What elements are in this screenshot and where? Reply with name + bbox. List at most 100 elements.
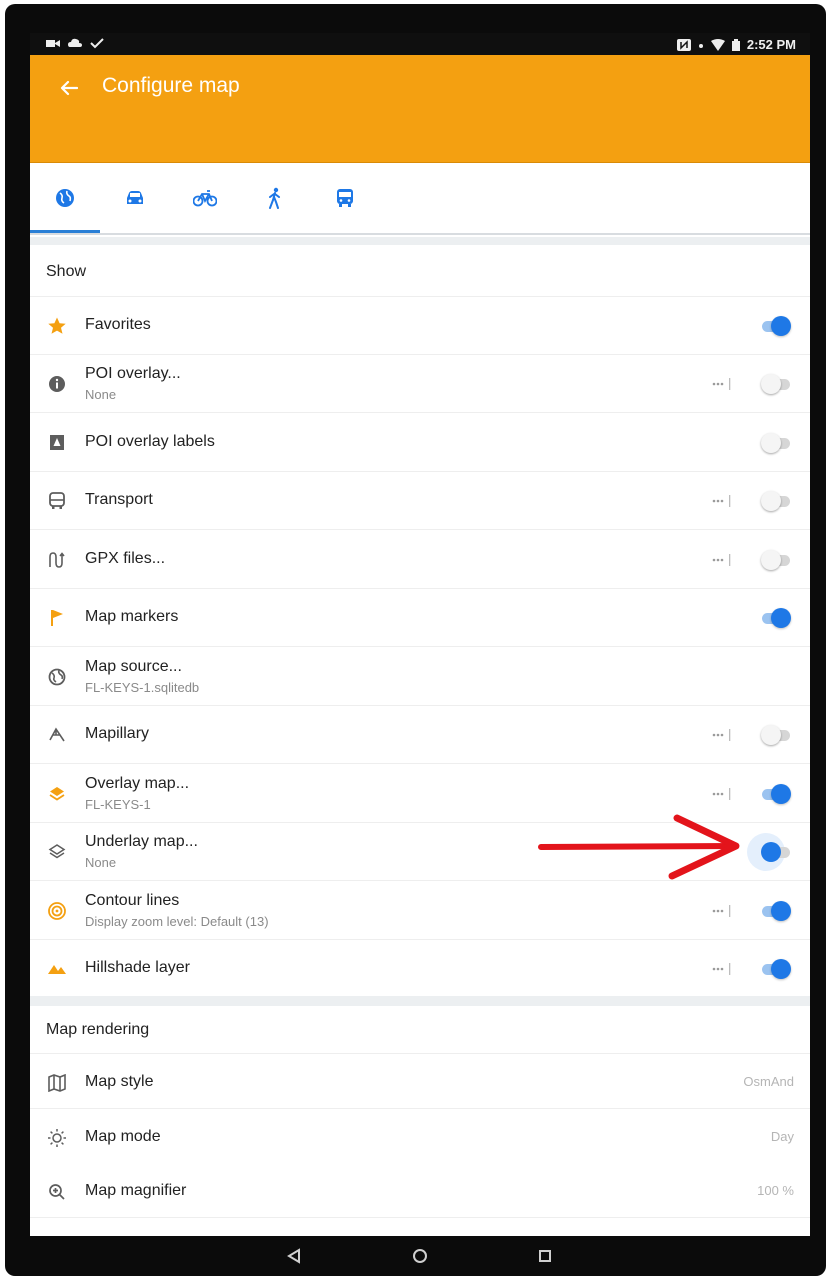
info-icon: [46, 373, 68, 395]
show-item-row[interactable]: POI overlay labels: [30, 414, 810, 472]
item-label: GPX files...: [85, 550, 166, 567]
nav-home-button[interactable]: [410, 1246, 430, 1266]
show-item-row[interactable]: POI overlay... None: [30, 355, 810, 413]
rendering-item-row[interactable]: Map style OsmAnd: [30, 1054, 810, 1109]
toggle-knob: [761, 550, 781, 570]
globe-icon: [56, 189, 74, 207]
toggle-knob: [761, 433, 781, 453]
rendering-item-row[interactable]: Map mode Day: [30, 1109, 810, 1164]
more-dots-icon: [712, 495, 731, 507]
show-item-row[interactable]: Overlay map... FL-KEYS-1: [30, 765, 810, 823]
map-icon: [46, 1072, 68, 1094]
show-item-row[interactable]: GPX files...: [30, 531, 810, 589]
more-options-button[interactable]: [711, 962, 733, 976]
toggle-switch[interactable]: [761, 783, 791, 805]
toggle-switch[interactable]: [761, 724, 791, 746]
navigation-bar: [30, 1236, 810, 1276]
app-bar: Configure map: [30, 55, 810, 163]
battery-icon: [731, 38, 740, 51]
more-dots-icon: [712, 554, 731, 566]
item-subtitle: FL-KEYS-1.sqlitedb: [85, 680, 200, 695]
more-dots-icon: [712, 788, 731, 800]
toggle-switch[interactable]: [761, 549, 791, 571]
globe-icon: [46, 666, 68, 688]
show-item-row[interactable]: Hillshade layer: [30, 940, 810, 998]
item-label: Map markers: [85, 608, 179, 625]
toggle-knob: [771, 608, 791, 628]
more-options-button[interactable]: [711, 377, 733, 391]
sun-icon: [46, 1127, 68, 1149]
check-icon: [90, 38, 104, 49]
show-item-row[interactable]: Transport: [30, 472, 810, 530]
tab-car[interactable]: [120, 183, 150, 213]
show-item-row[interactable]: Favorites: [30, 297, 810, 355]
screen: 2:52 PM Configure map Show Favorites POI …: [30, 33, 810, 1236]
tab-bicycle[interactable]: [190, 183, 220, 213]
item-value: OsmAnd: [743, 1074, 794, 1089]
more-options-button[interactable]: [711, 787, 733, 801]
section-show-title: Show: [46, 263, 87, 280]
item-label: Hillshade layer: [85, 959, 190, 976]
contour-icon: [46, 900, 68, 922]
toggle-knob: [771, 784, 791, 804]
divider: [30, 996, 810, 1006]
nav-back-button[interactable]: [284, 1246, 304, 1266]
item-value: Day: [770, 1129, 794, 1144]
tab-pedestrian[interactable]: [260, 183, 290, 213]
tab-browse-map[interactable]: [50, 183, 80, 213]
star-icon: [46, 315, 68, 337]
tab-public-transport[interactable]: [330, 183, 360, 213]
nfc-icon: [676, 38, 691, 51]
back-button[interactable]: [54, 73, 84, 103]
flag-icon: [46, 607, 68, 629]
toggle-switch[interactable]: [761, 607, 791, 629]
cloud-icon: [68, 38, 82, 47]
show-item-row[interactable]: Underlay map... None: [30, 823, 810, 881]
show-item-row[interactable]: Mapillary: [30, 706, 810, 764]
more-dots-icon: [712, 905, 731, 917]
item-label: POI overlay...: [85, 365, 181, 382]
section-show-header: Show: [30, 245, 810, 297]
more-options-button[interactable]: [711, 904, 733, 918]
item-subtitle: None: [85, 855, 117, 870]
toggle-switch[interactable]: [761, 373, 791, 395]
more-options-button[interactable]: [711, 728, 733, 742]
toggle-switch[interactable]: [761, 958, 791, 980]
mapillary-icon: [46, 724, 68, 746]
toggle-knob: [771, 959, 791, 979]
item-label: Underlay map...: [85, 833, 198, 850]
triangle-back-icon: [287, 1248, 300, 1264]
nav-recents-button[interactable]: [535, 1246, 555, 1266]
item-subtitle: FL-KEYS-1: [85, 797, 151, 812]
toggle-knob: [761, 842, 781, 862]
wifi-icon: [710, 38, 725, 51]
toggle-knob: [761, 491, 781, 511]
toggle-knob: [761, 374, 781, 394]
show-item-row[interactable]: Map source... FL-KEYS-1.sqlitedb: [30, 648, 810, 706]
more-dots-icon: [712, 378, 731, 390]
toggle-switch[interactable]: [761, 841, 791, 863]
rendering-item-row[interactable]: Map magnifier 100 %: [30, 1163, 810, 1218]
show-item-row[interactable]: Map markers: [30, 589, 810, 647]
toggle-switch[interactable]: [761, 490, 791, 512]
pedestrian-icon: [269, 187, 280, 209]
toggle-switch[interactable]: [761, 315, 791, 337]
toggle-switch[interactable]: [761, 900, 791, 922]
car-icon: [127, 191, 143, 204]
section-rendering-title: Map rendering: [46, 1021, 150, 1038]
item-label: Favorites: [85, 316, 151, 333]
more-options-button[interactable]: [711, 553, 733, 567]
bus-icon: [337, 189, 353, 207]
item-label: Overlay map...: [85, 775, 190, 792]
item-label: Transport: [85, 491, 153, 508]
selected-tab-indicator: [30, 230, 100, 233]
video-icon: [46, 40, 60, 47]
show-item-row[interactable]: Contour lines Display zoom level: Default…: [30, 882, 810, 940]
item-value: 100 %: [757, 1183, 794, 1198]
toggle-switch[interactable]: [761, 432, 791, 454]
divider: [30, 237, 810, 245]
bicycle-icon: [193, 190, 217, 207]
magnifier-icon: [46, 1181, 68, 1203]
more-options-button[interactable]: [711, 494, 733, 508]
item-label: Mapillary: [85, 725, 150, 742]
